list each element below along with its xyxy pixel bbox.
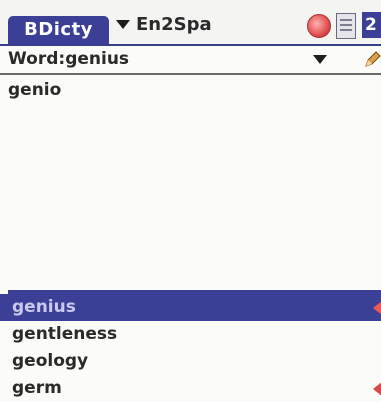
scroll-up-arrow-icon[interactable]	[373, 300, 381, 316]
app-title[interactable]: BDicty	[8, 16, 109, 44]
help-icon[interactable]: 2	[362, 12, 381, 38]
definition-text: genio	[8, 80, 62, 100]
record-icon[interactable]	[307, 14, 331, 38]
document-icon[interactable]	[336, 13, 356, 39]
pencil-icon[interactable]	[364, 50, 381, 68]
app-screen: BDicty En2Spa 2 Word:genius genio genius…	[0, 0, 381, 402]
scroll-down-arrow-icon[interactable]	[373, 381, 381, 397]
dictionary-selector[interactable]: En2Spa	[116, 10, 212, 38]
dictionary-label: En2Spa	[136, 13, 212, 35]
definition-area: genio	[8, 80, 368, 280]
word-label: Word:	[8, 49, 66, 69]
word-list: genius gentleness geology germ	[0, 294, 381, 402]
title-bar: BDicty En2Spa 2	[0, 0, 381, 46]
dropdown-arrow-icon	[116, 19, 130, 29]
list-item[interactable]: gentleness	[0, 321, 381, 348]
list-item[interactable]: genius	[0, 294, 381, 321]
list-item-label: gentleness	[12, 324, 118, 344]
list-item-label: genius	[12, 297, 76, 317]
list-item-label: germ	[12, 378, 62, 398]
word-field[interactable]: Word:genius	[8, 49, 129, 69]
word-input-row[interactable]: Word:genius	[0, 47, 381, 75]
list-item-label: geology	[12, 351, 89, 371]
word-value[interactable]: genius	[65, 49, 129, 69]
list-item[interactable]: geology	[0, 348, 381, 375]
word-dropdown-icon[interactable]	[313, 55, 327, 64]
list-item[interactable]: germ	[0, 375, 381, 402]
